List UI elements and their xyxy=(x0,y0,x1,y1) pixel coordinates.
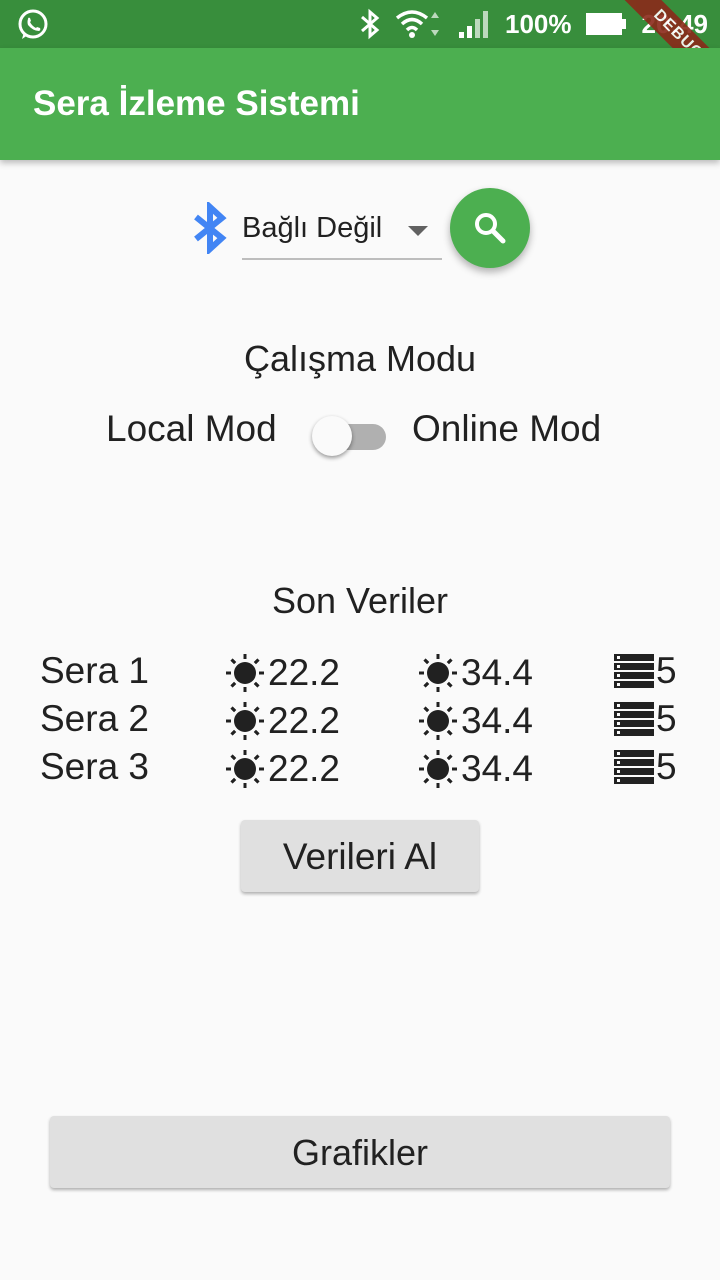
fetch-data-button[interactable]: Verileri Al xyxy=(241,820,479,892)
list-icon xyxy=(614,750,654,784)
sensor-cell: 22.2 xyxy=(222,698,340,744)
device-dropdown[interactable]: Bağlı Değil xyxy=(242,200,442,260)
sensor-value: 34.4 xyxy=(461,748,534,789)
sensor-value: 22.2 xyxy=(268,700,341,741)
sensor-cell: 34.4 xyxy=(415,650,533,696)
table-row: Sera 1 22.2 34.4 5 xyxy=(40,646,700,694)
sensor-value: 22.2 xyxy=(268,652,341,693)
sensor-value: 5 xyxy=(656,698,677,739)
data-table: Sera 1 22.2 34.4 5 Sera 2 22.2 34.4 5 Se… xyxy=(40,646,700,790)
sensor-cell: 22.2 xyxy=(222,746,340,792)
status-bar: 100% 20:49 DEBUG xyxy=(0,0,720,101)
search-icon xyxy=(475,213,506,244)
sensor-value: 34.4 xyxy=(461,652,534,693)
mode-switch-thumb xyxy=(312,416,352,456)
sensor-cell: 22.2 xyxy=(222,650,340,696)
battery-percent: 100% xyxy=(505,8,572,39)
sensor-value: 5 xyxy=(656,650,677,691)
device-dropdown-value: Bağlı Değil xyxy=(242,212,383,244)
whatsapp-icon xyxy=(18,9,48,39)
table-row: Sera 2 22.2 34.4 5 xyxy=(40,694,700,742)
battery-icon xyxy=(585,13,626,35)
sensor-cell: 34.4 xyxy=(415,698,533,744)
mode-switch[interactable] xyxy=(312,414,388,456)
mode-title: Çalışma Modu xyxy=(243,338,477,379)
sensor-cell: 34.4 xyxy=(415,746,533,792)
greenhouse-name: Sera 3 xyxy=(40,746,150,787)
greenhouse-name: Sera 1 xyxy=(40,650,150,691)
local-mode-label: Local Mod xyxy=(106,408,277,449)
wifi-icon xyxy=(395,10,439,38)
bluetooth-icon xyxy=(194,202,227,254)
sun-icon xyxy=(419,654,457,692)
sensor-cell: 5 xyxy=(612,650,677,692)
signal-icon xyxy=(459,11,488,38)
chevron-down-icon xyxy=(408,226,428,236)
table-row: Sera 3 22.2 34.4 5 xyxy=(40,742,700,790)
sensor-cell: 5 xyxy=(612,698,677,740)
online-mode-label: Online Mod xyxy=(412,408,602,449)
app-title: Sera İzleme Sistemi xyxy=(33,84,360,123)
mode-row: Local Mod Online Mod xyxy=(0,408,720,458)
bluetooth-icon xyxy=(361,8,380,40)
search-button[interactable] xyxy=(450,188,530,268)
list-icon xyxy=(614,654,654,688)
list-icon xyxy=(614,702,654,736)
graphs-button[interactable]: Grafikler xyxy=(50,1116,670,1188)
sun-icon xyxy=(226,654,264,692)
sensor-cell: 5 xyxy=(612,746,677,788)
sun-icon xyxy=(419,750,457,788)
sun-icon xyxy=(226,750,264,788)
app-bar: Sera İzleme Sistemi xyxy=(0,48,720,160)
sun-icon xyxy=(226,702,264,740)
sensor-value: 5 xyxy=(656,746,677,787)
sensor-value: 22.2 xyxy=(268,748,341,789)
greenhouse-name: Sera 2 xyxy=(40,698,150,739)
data-title: Son Veriler xyxy=(271,580,449,621)
sensor-value: 34.4 xyxy=(461,700,534,741)
sun-icon xyxy=(419,702,457,740)
